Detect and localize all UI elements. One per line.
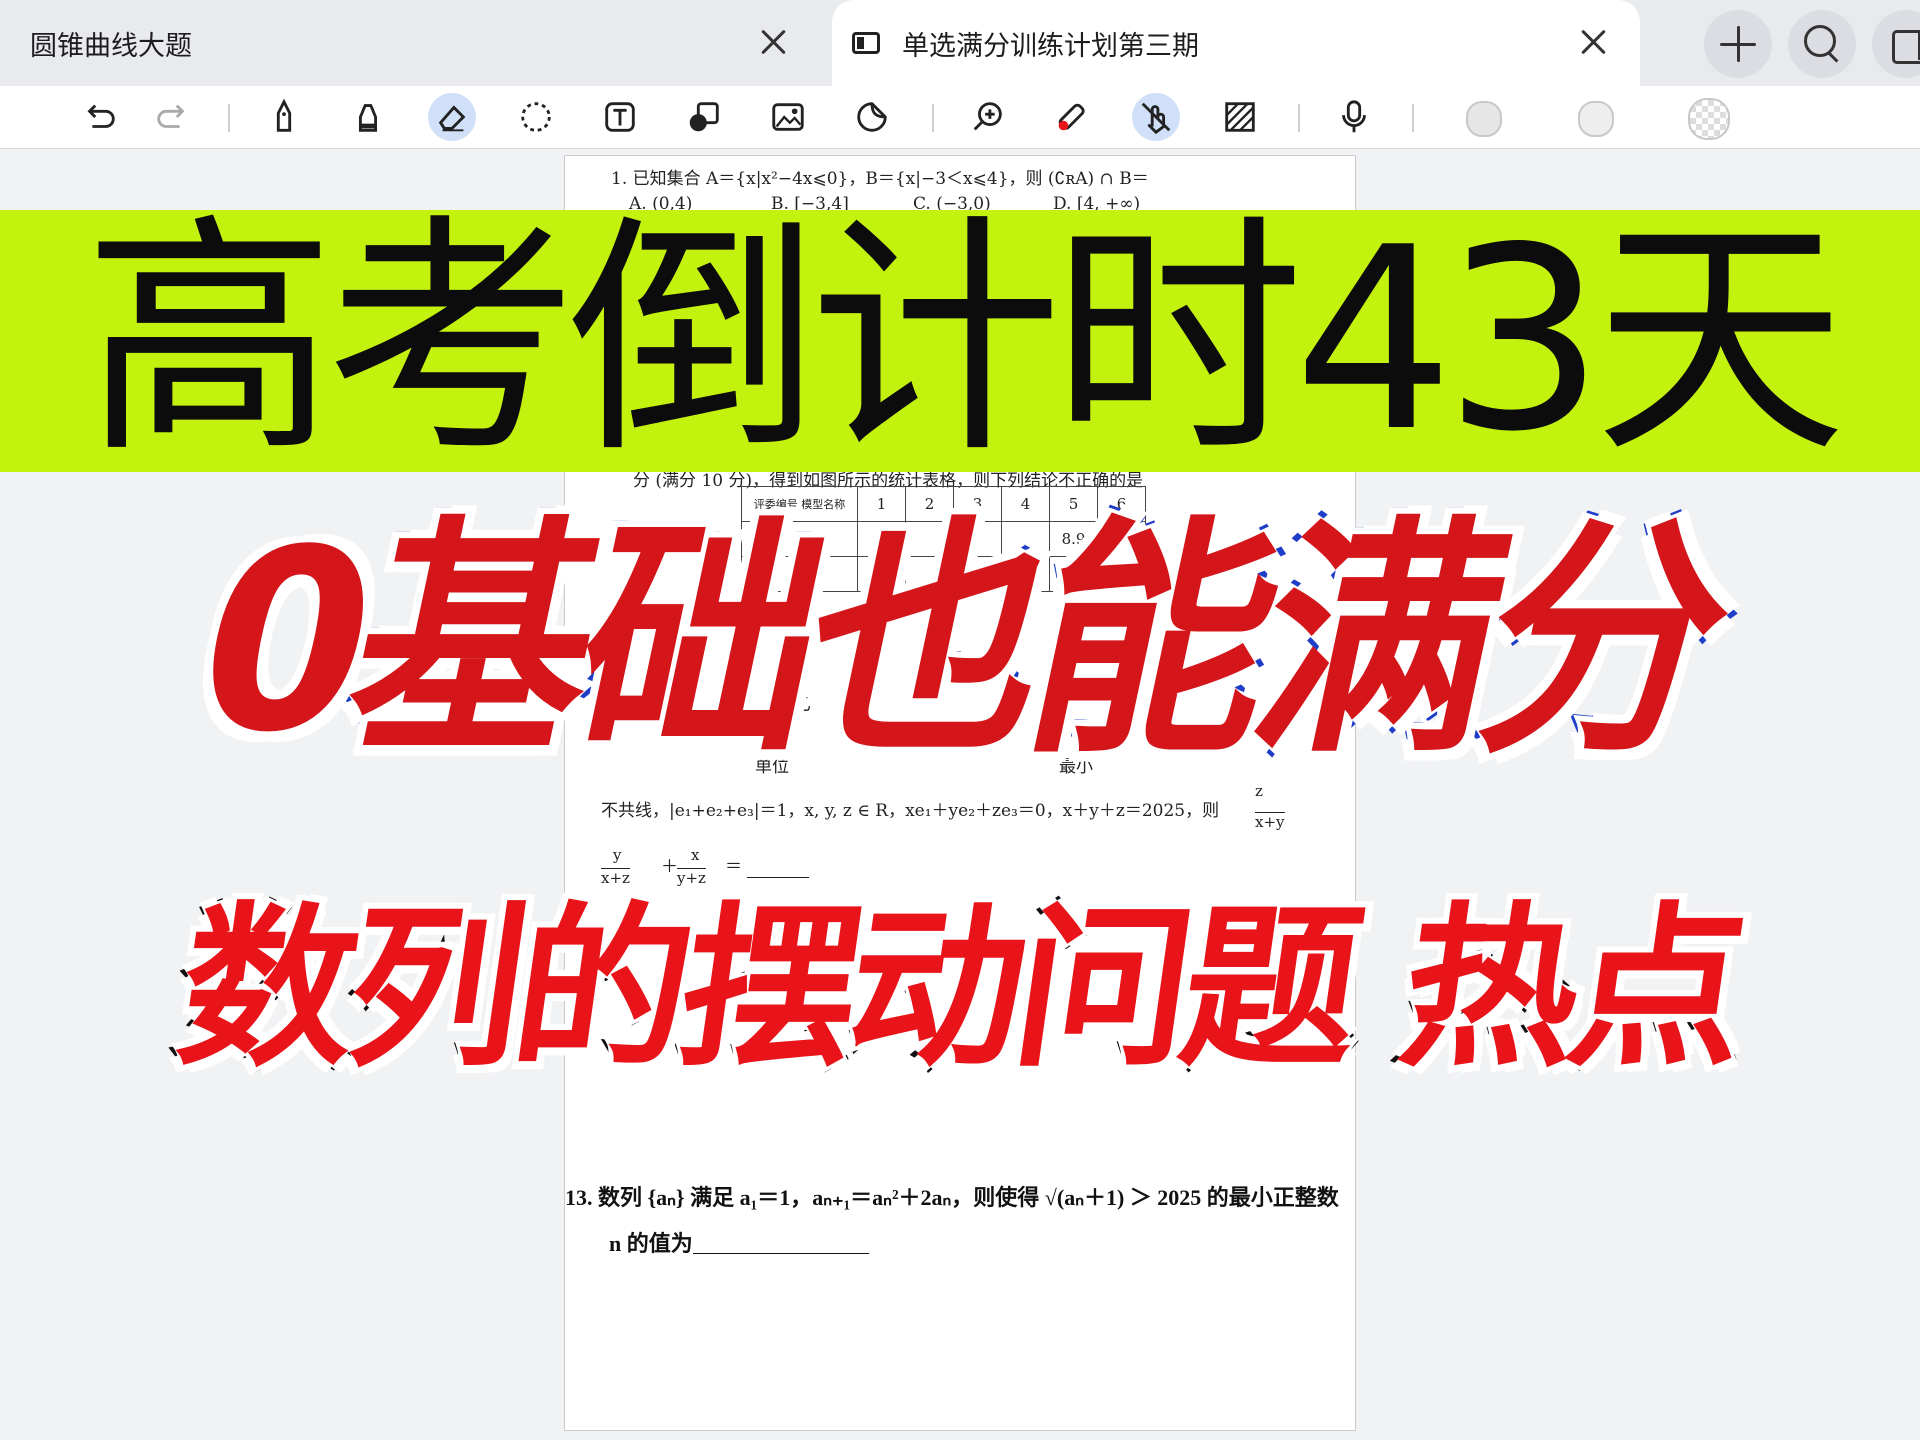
pen-icon[interactable] [260,93,308,141]
fraction-denominator: x+y [1255,812,1285,831]
tab-single-choice-plan[interactable]: 单选满分训练计划第三期 [832,0,1640,86]
highlighter-icon[interactable] [344,93,392,141]
tab-title: 单选满分训练计划第三期 [902,30,1199,62]
lasso-icon[interactable] [512,93,560,141]
drawing-toolbar [0,86,1920,149]
question-13-stem: 13. 数列 {aₙ} 满足 a₁＝1，aₙ₊₁＝aₙ²＋2aₙ，则使得 √(a… [565,1185,1339,1210]
tab-bar: 圆锥曲线大题 单选满分训练计划第三期 [0,0,1920,86]
laser-pointer-icon[interactable] [1048,93,1096,141]
toolbar-divider [1412,104,1414,132]
shapes-icon[interactable] [680,93,728,141]
close-icon[interactable] [1574,22,1614,62]
hand-touch-icon[interactable] [1132,93,1180,141]
zoom-icon[interactable] [964,93,1012,141]
topic-headline: 数列的摆动问题 热点 [164,884,1756,1095]
close-icon[interactable] [754,22,794,62]
toolbar-divider [932,104,934,132]
question-1-stem: 1. 已知集合 A＝{x|x²−4x⩽0}，B＝{x|−3＜x⩽4}，则 (∁ʀ… [611,169,1149,189]
fraction-numerator: y [613,846,622,864]
plus-sign: ＋ [661,857,678,877]
text-icon[interactable] [596,93,644,141]
answer-blank[interactable] [693,1252,869,1254]
eraser-icon[interactable] [428,93,476,141]
countdown-title: 高考倒计时43天 [83,194,1847,487]
toolbar-divider [1298,104,1300,132]
fraction-numerator: x [691,846,700,864]
hatch-icon[interactable] [1216,93,1264,141]
toolbar-divider [228,104,230,132]
question-13-stem-cont: n 的值为 [609,1231,693,1256]
pen-color-2[interactable] [1578,101,1614,137]
zero-basis-subtitle: 0基础也能满分 [168,490,1753,794]
undo-icon[interactable] [76,93,124,141]
equals-sign: ＝ [725,857,742,877]
search-icon[interactable] [1788,10,1856,78]
answer-blank[interactable] [747,876,809,878]
tab-title: 圆锥曲线大题 [30,30,192,62]
tab-conic-sections[interactable]: 圆锥曲线大题 [0,0,820,86]
sidebar-panel-icon[interactable] [1872,10,1920,78]
redo-icon[interactable] [148,93,196,141]
sticker-icon[interactable] [848,93,896,141]
pen-color-3[interactable] [1688,98,1730,140]
image-icon[interactable] [764,93,812,141]
plus-icon[interactable] [1704,10,1772,78]
document-icon [852,32,880,54]
microphone-icon[interactable] [1330,93,1378,141]
pen-color-1[interactable] [1466,101,1502,137]
